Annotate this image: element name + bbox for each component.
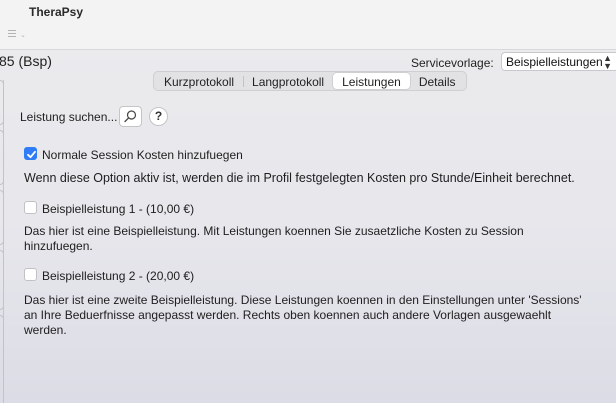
list-bars	[8, 30, 16, 39]
tab-langprotokoll[interactable]: Langprotokoll	[243, 73, 333, 89]
chevron-down-icon: ⌄	[20, 32, 26, 39]
service-1-label[interactable]: Beispielleistung 1 - (10,00 €)	[42, 202, 194, 216]
title-bar: TheraPsy ⌄	[0, 0, 616, 50]
service-1-description: Das hier ist eine Beispielleistung. Mit …	[24, 224, 524, 253]
session-costs-description: Wenn diese Option aktiv ist, werden die …	[24, 171, 575, 185]
search-label: Leistung suchen...	[20, 110, 118, 124]
service-1-checkbox[interactable]	[24, 201, 37, 214]
app-title: TheraPsy	[29, 5, 84, 19]
service-2-label[interactable]: Beispielleistung 2 - (20,00 €)	[42, 269, 194, 283]
service-2-checkbox[interactable]	[24, 268, 37, 281]
session-costs-checkbox[interactable]	[24, 147, 37, 160]
magnifier-icon	[124, 110, 137, 123]
service-2-description: Das hier ist eine zweite Beispielleistun…	[24, 293, 582, 337]
up-down-chevron-icon: ▲ ▼	[603, 53, 612, 71]
service-template-label: Servicevorlage:	[411, 56, 494, 70]
session-costs-label[interactable]: Normale Session Kosten hinzufuegen	[42, 148, 243, 162]
list-icon[interactable]: ⌄	[8, 30, 26, 42]
search-button[interactable]	[119, 106, 142, 127]
help-button[interactable]: ?	[149, 107, 168, 126]
service-template-value: Beispielleistungen	[506, 55, 603, 69]
tab-kurzprotokoll[interactable]: Kurzprotokoll	[155, 73, 243, 89]
checkmark-icon	[27, 150, 36, 159]
tab-leistungen[interactable]: Leistungen	[333, 73, 410, 89]
service-template-select[interactable]: Beispielleistungen ▲ ▼	[501, 52, 616, 71]
tab-bar: Kurzprotokoll Langprotokoll Leistungen D…	[153, 71, 467, 91]
tab-details[interactable]: Details	[410, 73, 465, 89]
left-panel-edge	[0, 80, 4, 403]
record-title: 85 (Bsp)	[0, 53, 52, 69]
